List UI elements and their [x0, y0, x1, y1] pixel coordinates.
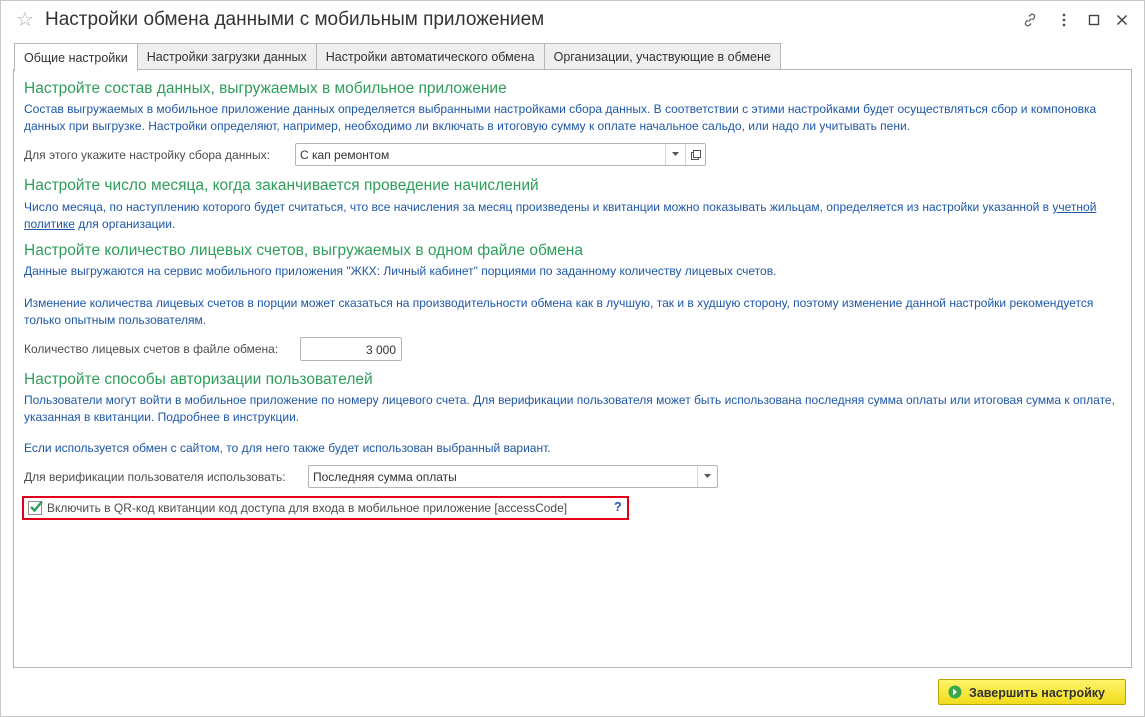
title-bar: ☆ Настройки обмена данными с мобильным п… [0, 0, 1145, 40]
qr-access-code-label[interactable]: Включить в QR-код квитанции код доступа … [47, 501, 567, 515]
accrual-day-heading: Настройте число месяца, когда заканчивае… [24, 177, 539, 194]
accounts-per-file-label: Количество лицевых счетов в файле обмена… [24, 342, 279, 356]
collection-setting-dropdown-button[interactable] [665, 144, 684, 165]
accrual-day-text-start: Число месяца, по наступлению которого бу… [24, 200, 1053, 214]
tab-auto-exchange-settings[interactable]: Настройки автоматического обмена [315, 43, 545, 70]
verification-method-label: Для верификации пользователя использоват… [24, 470, 286, 484]
chevron-down-icon [671, 152, 679, 156]
verification-method-select[interactable]: Последняя сумма оплаты [308, 465, 718, 488]
tab-general-settings[interactable]: Общие настройки [14, 43, 138, 71]
tab-organizations[interactable]: Организации, участвующие в обмене [543, 43, 781, 70]
accrual-day-text-end: для организации. [74, 216, 176, 231]
accounts-per-file-heading: Настройте количество лицевых счетов, выг… [24, 242, 583, 259]
collection-setting-field[interactable]: С кап ремонтом [295, 143, 706, 166]
tab-bar: Общие настройки Настройки загрузки данны… [14, 43, 781, 71]
checkmark-icon [30, 500, 43, 513]
collection-setting-label: Для этого укажите настройку сбора данных… [24, 148, 270, 162]
qr-access-code-checkbox[interactable] [28, 500, 43, 515]
finish-setup-button[interactable]: Завершить настройку [938, 679, 1126, 705]
favorite-star-icon[interactable]: ☆ [16, 9, 34, 29]
window-title: Настройки обмена данными с мобильным при… [45, 9, 545, 30]
accounts-per-file-text-2: Изменение количества лицевых счетов в по… [24, 296, 1094, 327]
verification-method-value: Последняя сумма оплаты [313, 470, 457, 484]
collection-setting-open-button[interactable] [685, 144, 705, 165]
accounts-per-file-text-1: Данные выгружаются на сервис мобильного … [24, 264, 777, 278]
accounts-per-file-value: 3 000 [365, 343, 396, 357]
open-form-icon [690, 149, 701, 160]
authorization-heading: Настройте способы авторизации пользовате… [24, 371, 373, 388]
accounts-per-file-input[interactable]: 3 000 [300, 337, 402, 361]
chevron-down-icon [703, 474, 711, 478]
collection-setting-value: С кап ремонтом [300, 148, 390, 162]
authorization-text-2: Если используется обмен с сайтом, то для… [24, 441, 551, 455]
tab-load-settings[interactable]: Настройки загрузки данных [136, 43, 317, 70]
verification-method-dropdown-button[interactable] [697, 466, 716, 487]
close-icon[interactable] [1111, 9, 1133, 31]
accrual-day-text: Число месяца, по наступлению которого бу… [24, 199, 1119, 232]
link-icon[interactable] [1019, 9, 1041, 31]
data-composition-text: Состав выгружаемых в мобильное приложени… [24, 102, 1097, 133]
more-menu-icon[interactable] [1053, 9, 1075, 31]
green-arrow-icon [948, 685, 962, 699]
data-composition-heading: Настройте состав данных, выгружаемых в м… [24, 80, 507, 97]
maximize-icon[interactable] [1083, 9, 1105, 31]
help-icon[interactable]: ? [614, 500, 622, 514]
finish-setup-label: Завершить настройку [969, 686, 1106, 700]
qr-access-code-highlight: Включить в QR-код квитанции код доступа … [22, 496, 629, 520]
authorization-text-1: Пользователи могут войти в мобильное при… [24, 393, 1115, 424]
